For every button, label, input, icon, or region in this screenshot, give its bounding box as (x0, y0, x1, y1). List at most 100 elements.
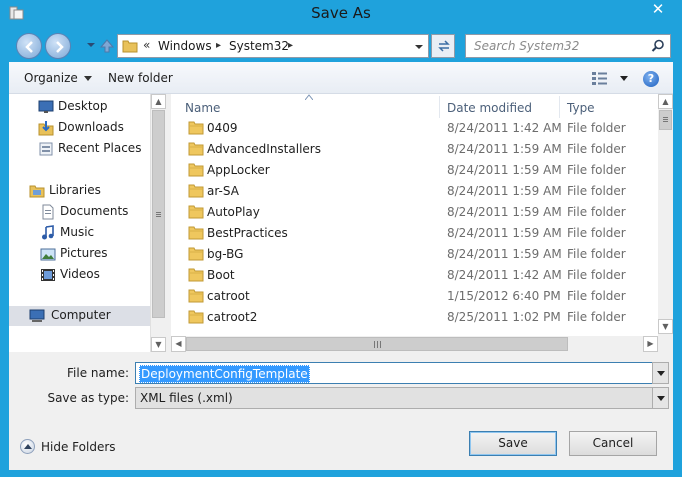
scroll-up-button[interactable]: ▲ (151, 94, 166, 109)
file-type: File folder (567, 310, 626, 324)
file-name: catroot2 (207, 310, 258, 324)
search-placeholder: Search System32 (474, 39, 580, 53)
chevron-down-icon (657, 396, 665, 401)
navigation-bar: « Windows ▸ System32 ▸ Search System32 (0, 30, 682, 62)
nav-item-computer[interactable]: Computer (9, 306, 150, 326)
scroll-right-button[interactable]: ▶ (643, 336, 658, 352)
view-options-dropdown[interactable] (620, 76, 628, 81)
videos-icon (41, 269, 55, 281)
nav-pane-scrollbar[interactable]: ▲ ▼ (150, 94, 166, 352)
file-row[interactable]: Boot 8/24/2011 1:42 AM File folder (171, 265, 656, 286)
scroll-left-button[interactable]: ◀ (171, 336, 186, 352)
help-icon: ? (647, 72, 655, 85)
file-row[interactable]: catroot 1/15/2012 6:40 PM File folder (171, 286, 656, 307)
help-button[interactable]: ? (643, 71, 659, 87)
file-row[interactable]: bg-BG 8/24/2011 1:59 AM File folder (171, 244, 656, 265)
folder-icon (188, 247, 204, 261)
address-bar[interactable]: « Windows ▸ System32 ▸ (117, 34, 429, 58)
file-list-horizontal-scrollbar[interactable]: ◀ ▶ (171, 336, 658, 352)
navigation-pane: Desktop Downloads Recent Places Librarie… (9, 94, 166, 352)
folder-icon (122, 40, 138, 53)
file-row[interactable]: catroot2 8/25/2011 1:02 PM File folder (171, 307, 656, 328)
file-date-modified: 8/24/2011 1:42 AM (447, 121, 562, 135)
desktop-icon (38, 100, 54, 113)
breadcrumb-separator[interactable]: ▸ (216, 40, 221, 51)
file-name: AdvancedInstallers (207, 142, 321, 156)
file-date-modified: 8/24/2011 1:42 AM (447, 268, 562, 282)
forward-arrow-icon (56, 41, 64, 53)
file-type: File folder (567, 268, 626, 282)
scroll-thumb[interactable] (186, 337, 568, 351)
address-dropdown-icon[interactable] (414, 42, 424, 52)
file-date-modified: 8/24/2011 1:59 AM (447, 184, 562, 198)
back-button[interactable] (16, 33, 42, 59)
file-name: catroot (207, 289, 250, 303)
breadcrumb-separator[interactable]: ▸ (288, 40, 293, 51)
file-list: Name Date modified Type 0409 8/24/2011 1:… (171, 94, 673, 352)
save-button[interactable]: Save (469, 431, 557, 456)
folder-icon (188, 205, 204, 219)
folder-icon (188, 268, 204, 282)
search-icon[interactable] (651, 39, 665, 53)
breadcrumb-system32[interactable]: System32 (229, 39, 289, 53)
save-as-type-value: XML files (.xml) (140, 391, 233, 405)
file-type: File folder (567, 142, 626, 156)
folder-icon (188, 184, 204, 198)
forward-button[interactable] (45, 33, 71, 59)
column-header-type[interactable]: Type (567, 101, 595, 115)
save-as-type-dropdown[interactable] (652, 387, 669, 409)
scroll-down-button[interactable]: ▼ (658, 319, 673, 334)
window-title: Save As (311, 4, 371, 22)
file-name: BestPractices (207, 226, 288, 240)
file-row[interactable]: ar-SA 8/24/2011 1:59 AM File folder (171, 181, 656, 202)
file-row[interactable]: 0409 8/24/2011 1:42 AM File folder (171, 118, 656, 139)
save-as-type-select[interactable]: XML files (.xml) (135, 387, 653, 409)
column-header-date[interactable]: Date modified (447, 101, 532, 115)
breadcrumb-windows[interactable]: Windows (158, 39, 212, 53)
back-arrow-icon (25, 41, 33, 53)
file-name: AppLocker (207, 163, 270, 177)
up-level-icon[interactable] (98, 37, 116, 55)
column-header-name[interactable]: Name (185, 101, 220, 115)
organize-label: Organize (24, 71, 78, 85)
file-name-dropdown[interactable] (652, 362, 669, 384)
file-type: File folder (567, 247, 626, 261)
scroll-down-button[interactable]: ▼ (151, 337, 166, 352)
organize-button[interactable]: Organize (24, 71, 92, 85)
chevron-down-icon (657, 371, 665, 376)
file-name-input[interactable]: DeploymentConfigTemplate (135, 362, 653, 384)
file-list-vertical-scrollbar[interactable]: ▲ ▼ (658, 94, 673, 334)
file-date-modified: 1/15/2012 6:40 PM (447, 289, 561, 303)
breadcrumb-overflow[interactable]: « (143, 38, 150, 52)
file-name: 0409 (207, 121, 238, 135)
file-type: File folder (567, 289, 626, 303)
close-button[interactable]: ✕ (645, 0, 671, 20)
file-date-modified: 8/24/2011 1:59 AM (447, 163, 562, 177)
grip-icon (374, 341, 381, 348)
file-date-modified: 8/24/2011 1:59 AM (447, 142, 562, 156)
file-name: AutoPlay (207, 205, 260, 219)
refresh-button[interactable] (431, 34, 455, 58)
search-box[interactable]: Search System32 (465, 34, 671, 58)
dialog-client: Organize New folder ? Desktop Downloads (9, 62, 673, 470)
file-row[interactable]: AdvancedInstallers 8/24/2011 1:59 AM File … (171, 139, 656, 160)
file-type: File folder (567, 205, 626, 219)
column-divider[interactable] (439, 96, 440, 118)
scroll-thumb[interactable] (152, 110, 165, 318)
file-row[interactable]: AutoPlay 8/24/2011 1:59 AM File folder (171, 202, 656, 223)
change-view-icon[interactable] (591, 71, 609, 85)
column-divider[interactable] (559, 96, 560, 118)
command-bar: Organize New folder ? (9, 62, 673, 94)
folder-icon (188, 163, 204, 177)
folder-icon (188, 226, 204, 240)
cancel-button[interactable]: Cancel (569, 431, 657, 456)
file-row[interactable]: AppLocker 8/24/2011 1:59 AM File folder (171, 160, 656, 181)
new-folder-button[interactable]: New folder (108, 71, 173, 85)
file-row[interactable]: BestPractices 8/24/2011 1:59 AM File folde… (171, 223, 656, 244)
save-as-type-label: Save as type: (47, 391, 129, 405)
file-type: File folder (567, 184, 626, 198)
scroll-thumb[interactable] (659, 110, 672, 130)
recent-locations-dropdown[interactable] (86, 40, 96, 50)
scroll-up-button[interactable]: ▲ (658, 94, 673, 109)
file-type: File folder (567, 121, 626, 135)
